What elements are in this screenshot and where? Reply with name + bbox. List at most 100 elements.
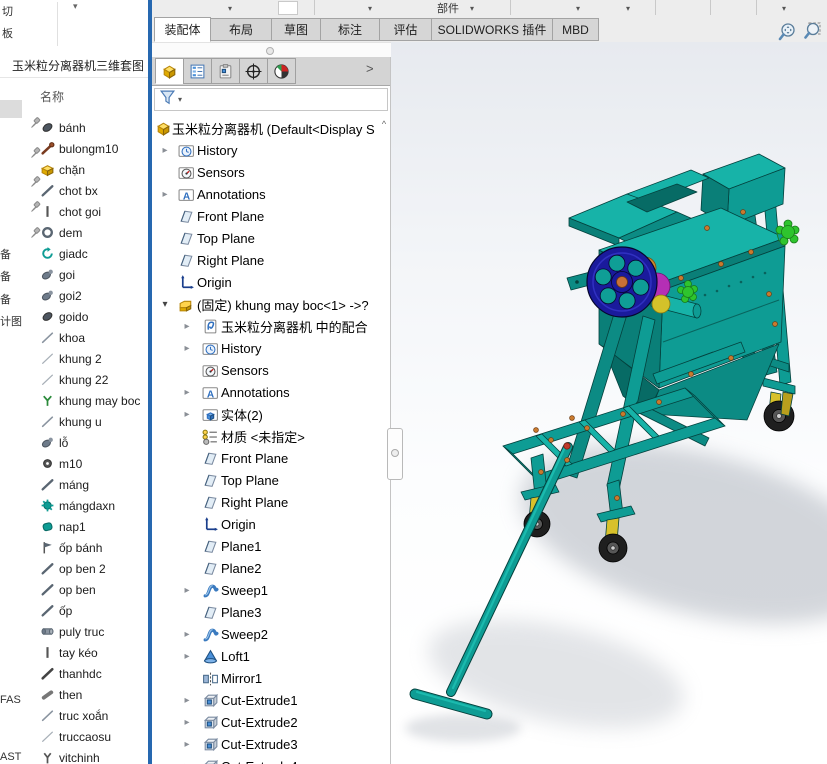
tree-item-history[interactable]: ▸ History (152, 337, 390, 359)
graphics-viewport[interactable] (391, 42, 827, 764)
ribbon-tab-7[interactable]: MBD (552, 18, 599, 41)
file-item-l-[interactable]: lỗ (40, 432, 150, 453)
file-item--p-b-nh[interactable]: ốp bánh (40, 537, 150, 558)
tree-item-plane2[interactable]: Plane2 (152, 557, 390, 579)
tree-item-right-plane[interactable]: Right Plane (152, 249, 390, 271)
tree-item-annotations[interactable]: ▸ A Annotations (152, 183, 390, 205)
file-item-ch-n[interactable]: chặn (40, 159, 150, 180)
tree-item-sweep1[interactable]: ▸ Sweep1 (152, 579, 390, 601)
ribbon-dropdown-caret-icon[interactable]: ▾ (782, 4, 786, 13)
file-item-truccaosu[interactable]: truccaosu (40, 726, 150, 747)
ribbon-tab-1[interactable]: 装配体 (154, 17, 211, 42)
tree-item-plane3[interactable]: Plane3 (152, 601, 390, 623)
tree-item-cut-extrude3[interactable]: ▸ Cut-Extrude3 (152, 733, 390, 755)
tree-item-cut-extrude4[interactable]: ▸ Cut-Extrude4 (152, 755, 390, 764)
zoom-area-icon[interactable] (802, 21, 822, 41)
feature-tree-filter[interactable]: ▾ (154, 88, 388, 111)
file-item-khoa[interactable]: khoa (40, 327, 150, 348)
tree-item-front-plane[interactable]: Front Plane (152, 205, 390, 227)
tree-expand-arrow-icon[interactable]: ▸ (160, 189, 170, 200)
tree-expand-arrow-icon[interactable]: ▸ (182, 717, 192, 728)
tree-item-loft1[interactable]: ▸ Loft1 (152, 645, 390, 667)
file-item-truc-xo-n[interactable]: truc xoắn (40, 705, 150, 726)
tree-item-cut-extrude1[interactable]: ▸ Cut-Extrude1 (152, 689, 390, 711)
file-item-m-ngdaxn[interactable]: mángdaxn (40, 495, 150, 516)
tree-expand-arrow-icon[interactable]: ▸ (182, 651, 192, 662)
ribbon-dropdown-caret-icon[interactable]: ▾ (368, 4, 372, 13)
file-item-chot-goi[interactable]: chot goi (40, 201, 150, 222)
explorer-toolbar-label-board[interactable]: 板 (2, 25, 13, 41)
file-item-m10[interactable]: m10 (40, 453, 150, 474)
tree-expand-arrow-icon[interactable]: ▸ (182, 629, 192, 640)
ribbon-dropdown-caret-icon[interactable]: ▾ (576, 4, 580, 13)
tree-item-mirror1[interactable]: Mirror1 (152, 667, 390, 689)
panel-tab-fm-dimxpert-icon[interactable] (239, 58, 268, 84)
tree-item-plane1[interactable]: Plane1 (152, 535, 390, 557)
zoom-pan-icon[interactable] (777, 22, 797, 42)
file-item--p[interactable]: ốp (40, 600, 150, 621)
tree-expand-arrow-icon[interactable]: ▸ (182, 739, 192, 750)
tree-item-origin[interactable]: Origin (152, 513, 390, 535)
panel-tab-fm-config-icon[interactable] (211, 58, 240, 84)
ribbon-tab-5[interactable]: 评估 (379, 18, 432, 41)
file-item-khung-may-boc[interactable]: khung may boc (40, 390, 150, 411)
quick-access-item-fragment[interactable]: AST (0, 751, 22, 763)
tree-item--[interactable]: 材质 <未指定> (152, 425, 390, 447)
ribbon-pin-dot[interactable] (266, 47, 274, 55)
file-item-tay-k-o[interactable]: tay kéo (40, 642, 150, 663)
file-item-goi2[interactable]: goi2 (40, 285, 150, 306)
file-item-giadc[interactable]: giadc (40, 243, 150, 264)
ribbon-button-partial[interactable] (278, 1, 298, 15)
file-item-chot-bx[interactable]: chot bx (40, 180, 150, 201)
tree-item--khung-may-boc-1-[interactable]: ▾ (固定) khung may boc<1> ->? (152, 293, 390, 315)
tree-item--default-display-s[interactable]: 玉米粒分离器机 (Default<Display S (152, 117, 390, 139)
file-item-op-ben[interactable]: op ben (40, 579, 150, 600)
tree-expand-arrow-icon[interactable]: ▸ (182, 695, 192, 706)
panel-tab-fm-list-icon[interactable] (183, 58, 212, 84)
tree-expand-arrow-icon[interactable]: ▸ (182, 343, 192, 354)
tree-expand-arrow-icon[interactable]: ▸ (182, 321, 192, 332)
tree-item-sensors[interactable]: Sensors (152, 359, 390, 381)
tree-expand-arrow-icon[interactable]: ▸ (182, 387, 192, 398)
ribbon-tab-4[interactable]: 标注 (320, 18, 380, 41)
panel-tab-fm-display-icon[interactable] (267, 58, 296, 84)
file-item-thanhdc[interactable]: thanhdc (40, 663, 150, 684)
ribbon-dropdown-caret-icon[interactable]: ▾ (470, 4, 474, 13)
quick-access-item-fragment[interactable]: 备 (0, 291, 22, 307)
panel-tab-assembly-icon[interactable] (155, 58, 184, 84)
file-item-vitchinh[interactable]: vitchinh (40, 747, 150, 764)
tree-item-right-plane[interactable]: Right Plane (152, 491, 390, 513)
file-item-khung-22[interactable]: khung 22 (40, 369, 150, 390)
tree-item-front-plane[interactable]: Front Plane (152, 447, 390, 469)
tree-item-sweep2[interactable]: ▸ Sweep2 (152, 623, 390, 645)
file-item-puly-truc[interactable]: puly truc (40, 621, 150, 642)
tree-scroll-up-arrow[interactable]: ^ (378, 119, 390, 132)
explorer-name-column-header[interactable]: 名称 (40, 88, 64, 105)
file-item-m-ng[interactable]: máng (40, 474, 150, 495)
tree-item-origin[interactable]: Origin (152, 271, 390, 293)
tree-expand-arrow-icon[interactable]: ▾ (160, 299, 170, 310)
explorer-toolbar-label-cut[interactable]: 切 (2, 3, 13, 19)
tree-item-top-plane[interactable]: Top Plane (152, 469, 390, 491)
tree-item-history[interactable]: ▸ History (152, 139, 390, 161)
tree-expand-arrow-icon[interactable]: ▸ (182, 761, 192, 764)
file-item-nap1[interactable]: nap1 (40, 516, 150, 537)
file-item-dem[interactable]: dem (40, 222, 150, 243)
tree-item-sensors[interactable]: Sensors (152, 161, 390, 183)
quick-access-item-fragment[interactable]: 备 (0, 246, 22, 262)
tree-item--[interactable]: ▸ 玉米粒分离器机 中的配合 (152, 315, 390, 337)
file-item-b-nh[interactable]: bánh (40, 117, 150, 138)
ribbon-tab-6[interactable]: SOLIDWORKS 插件 (431, 18, 553, 41)
file-item-then[interactable]: then (40, 684, 150, 705)
ribbon-dropdown-caret-icon[interactable]: ▾ (626, 4, 630, 13)
file-item-bulongm10[interactable]: bulongm10 (40, 138, 150, 159)
file-item-khung-2[interactable]: khung 2 (40, 348, 150, 369)
file-item-goi[interactable]: goi (40, 264, 150, 285)
tree-item-cut-extrude2[interactable]: ▸ Cut-Extrude2 (152, 711, 390, 733)
quick-access-item-fragment[interactable]: 备 (0, 268, 22, 284)
tree-item-annotations[interactable]: ▸ A Annotations (152, 381, 390, 403)
corn-separator-3d-model[interactable] (391, 42, 827, 764)
file-item-op-ben-2[interactable]: op ben 2 (40, 558, 150, 579)
file-item-khung-u[interactable]: khung u (40, 411, 150, 432)
panel-more-chevron-icon[interactable]: > (366, 61, 374, 76)
